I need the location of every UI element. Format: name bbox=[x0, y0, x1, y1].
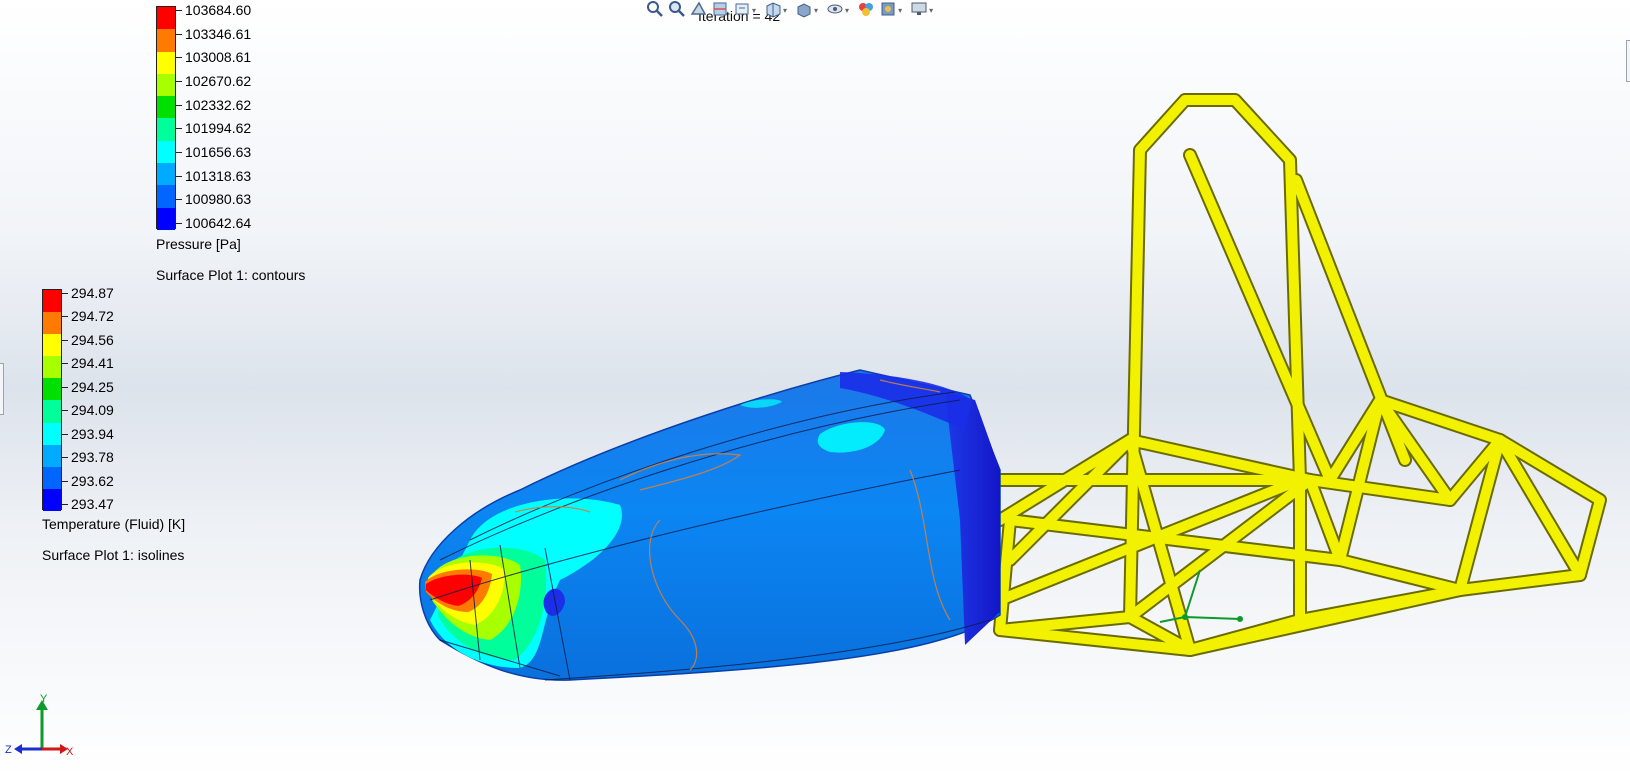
legend-tick-label: 293.78 bbox=[62, 449, 114, 466]
legend-tick-label: 294.72 bbox=[62, 308, 114, 325]
color-band bbox=[43, 290, 61, 313]
dropdown-caret-icon[interactable]: ▾ bbox=[845, 6, 849, 15]
legend-tick-label: 294.09 bbox=[62, 402, 114, 419]
section-view-icon bbox=[711, 0, 729, 21]
dropdown-caret-icon[interactable]: ▾ bbox=[752, 6, 756, 15]
color-band bbox=[43, 400, 61, 423]
legend-tick-label: 103346.61 bbox=[175, 25, 252, 42]
color-band bbox=[157, 7, 175, 30]
legend-tick-label: 100980.63 bbox=[175, 191, 252, 208]
color-band bbox=[157, 140, 175, 164]
display-style-icon bbox=[795, 0, 813, 21]
legend-tick-label: 294.25 bbox=[62, 378, 114, 395]
heads-up-view-toolbar: ▾ ▾ ▾ ▾ ▾ ▾ bbox=[645, 0, 941, 20]
color-band bbox=[43, 356, 61, 379]
legend-tick-label: 294.87 bbox=[62, 285, 114, 301]
triad-x-label: X bbox=[66, 746, 74, 758]
color-band bbox=[157, 185, 175, 208]
color-band bbox=[157, 163, 175, 186]
view-orientation-icon bbox=[764, 0, 782, 21]
zoom-to-fit-icon bbox=[645, 0, 663, 21]
section-view-button[interactable] bbox=[711, 0, 729, 20]
temperature-legend-subtitle: Surface Plot 1: isolines bbox=[42, 547, 185, 563]
dropdown-caret-icon[interactable]: ▾ bbox=[814, 6, 818, 15]
legend-tick-label: 293.62 bbox=[62, 472, 114, 489]
triad-z-label: Z bbox=[5, 744, 12, 756]
pressure-legend-title: Pressure [Pa] bbox=[156, 236, 241, 252]
temperature-legend[interactable]: 294.87 294.72 294.56 294.41 294.25 294.09 293.… bbox=[42, 285, 262, 569]
apply-scene-button[interactable]: ▾ bbox=[879, 0, 906, 20]
legend-tick-label: 101656.63 bbox=[175, 144, 252, 160]
legend-tick-label: 102670.62 bbox=[175, 73, 252, 89]
view-orientation-button[interactable]: ▾ bbox=[764, 0, 791, 20]
legend-tick-label: 101994.62 bbox=[175, 120, 252, 137]
previous-view-icon bbox=[689, 0, 707, 21]
color-band bbox=[43, 422, 61, 445]
legend-tick-label: 102332.62 bbox=[175, 96, 252, 113]
edit-appearance-icon bbox=[857, 0, 875, 21]
graphics-viewport[interactable]: Iteration = 42 ▾ ▾ ▾ ▾ ▾ ▾ 103684.60 103346.61… bbox=[0, 0, 1630, 778]
previous-view-button[interactable] bbox=[689, 0, 707, 20]
color-band bbox=[43, 312, 61, 335]
color-band bbox=[43, 488, 61, 511]
legend-tick-label: 101318.63 bbox=[175, 167, 252, 184]
reference-triad[interactable]: Y X Z bbox=[4, 694, 84, 760]
apply-scene-icon bbox=[879, 0, 897, 21]
color-band bbox=[157, 29, 175, 52]
legend-tick-label: 103008.61 bbox=[175, 49, 252, 66]
chassis-frame[interactable] bbox=[993, 93, 1607, 657]
view-settings-button[interactable]: ▾ bbox=[910, 0, 937, 20]
color-band bbox=[43, 444, 61, 467]
zoom-to-fit-button[interactable] bbox=[645, 0, 663, 20]
dropdown-caret-icon[interactable]: ▾ bbox=[929, 6, 933, 15]
dynamic-annotation-button[interactable]: ▾ bbox=[733, 0, 760, 20]
vehicle-body[interactable] bbox=[418, 369, 1001, 681]
color-band bbox=[43, 378, 61, 401]
color-band bbox=[157, 118, 175, 141]
zoom-to-area-button[interactable] bbox=[667, 0, 685, 20]
legend-tick-label: 293.47 bbox=[62, 496, 114, 512]
color-band bbox=[157, 96, 175, 119]
temperature-color-bar bbox=[42, 289, 62, 511]
temperature-legend-title: Temperature (Fluid) [K] bbox=[42, 516, 186, 532]
pressure-legend[interactable]: 103684.60 103346.61 103008.61 102670.62 1023… bbox=[156, 2, 356, 286]
hide-show-items-button[interactable]: ▾ bbox=[826, 0, 853, 20]
pressure-color-bar bbox=[156, 6, 176, 230]
dropdown-caret-icon[interactable]: ▾ bbox=[783, 6, 787, 15]
dynamic-annotation-icon bbox=[733, 0, 751, 21]
triad-y-label: Y bbox=[40, 694, 48, 705]
legend-tick-label: 103684.60 bbox=[175, 2, 252, 18]
display-style-button[interactable]: ▾ bbox=[795, 0, 822, 20]
color-band bbox=[43, 334, 61, 357]
dropdown-caret-icon[interactable]: ▾ bbox=[898, 6, 902, 15]
color-band bbox=[157, 207, 175, 230]
view-settings-icon bbox=[910, 0, 928, 21]
edit-appearance-button[interactable] bbox=[857, 0, 875, 20]
task-pane-handle[interactable] bbox=[1626, 40, 1630, 82]
legend-tick-label: 293.94 bbox=[62, 425, 114, 442]
left-panel-collapse-handle[interactable] bbox=[0, 363, 4, 415]
color-band bbox=[157, 73, 175, 97]
legend-tick-label: 294.56 bbox=[62, 331, 114, 348]
legend-tick-label: 294.41 bbox=[62, 355, 114, 372]
color-band bbox=[43, 466, 61, 489]
legend-tick-label: 100642.64 bbox=[175, 215, 252, 231]
hide-show-items-icon bbox=[826, 0, 844, 21]
color-band bbox=[157, 51, 175, 74]
pressure-legend-subtitle: Surface Plot 1: contours bbox=[156, 267, 306, 283]
zoom-to-area-icon bbox=[667, 0, 685, 21]
